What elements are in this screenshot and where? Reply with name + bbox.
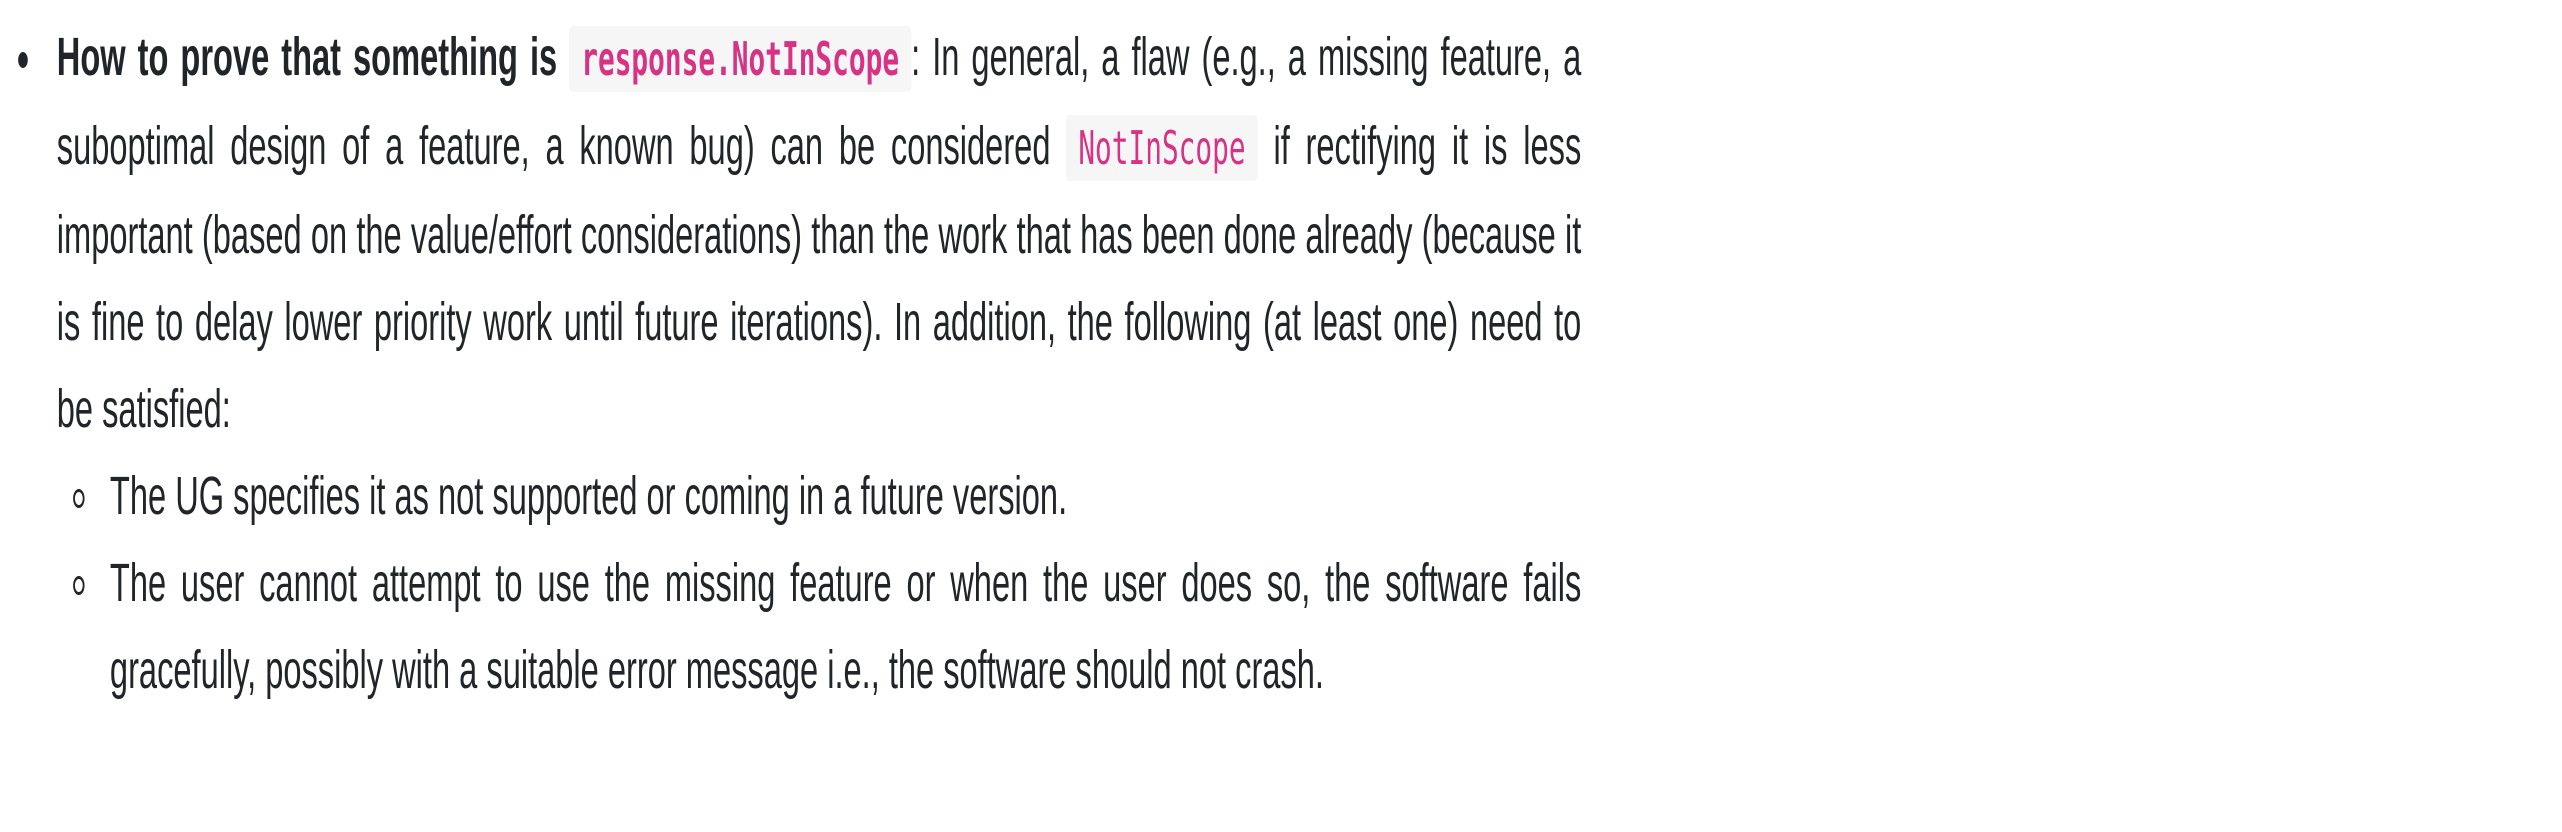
inline-code: NotInScope <box>1066 115 1258 181</box>
sub-item-text: The user cannot attempt to use the missi… <box>109 553 1582 700</box>
sub-list: The UG specifies it as not supported or … <box>57 453 1581 714</box>
sub-list-item: The user cannot attempt to use the missi… <box>73 540 1582 714</box>
lead-text: How to prove that something is <box>56 27 558 87</box>
sub-list-item: The UG specifies it as not supported or … <box>73 453 1581 540</box>
item-lead: How to prove that something is response.… <box>56 26 912 92</box>
bullet-list: How to prove that something is response.… <box>0 14 1581 714</box>
list-item: How to prove that something is response.… <box>18 14 1581 714</box>
circle-bullet-icon <box>73 576 85 595</box>
document-page: How to prove that something is response.… <box>0 0 1581 832</box>
disc-bullet-icon <box>18 52 28 68</box>
circle-bullet-icon <box>73 489 85 508</box>
sub-item-text: The UG specifies it as not supported or … <box>109 466 1068 526</box>
lead-code: response.NotInScope <box>569 26 912 92</box>
